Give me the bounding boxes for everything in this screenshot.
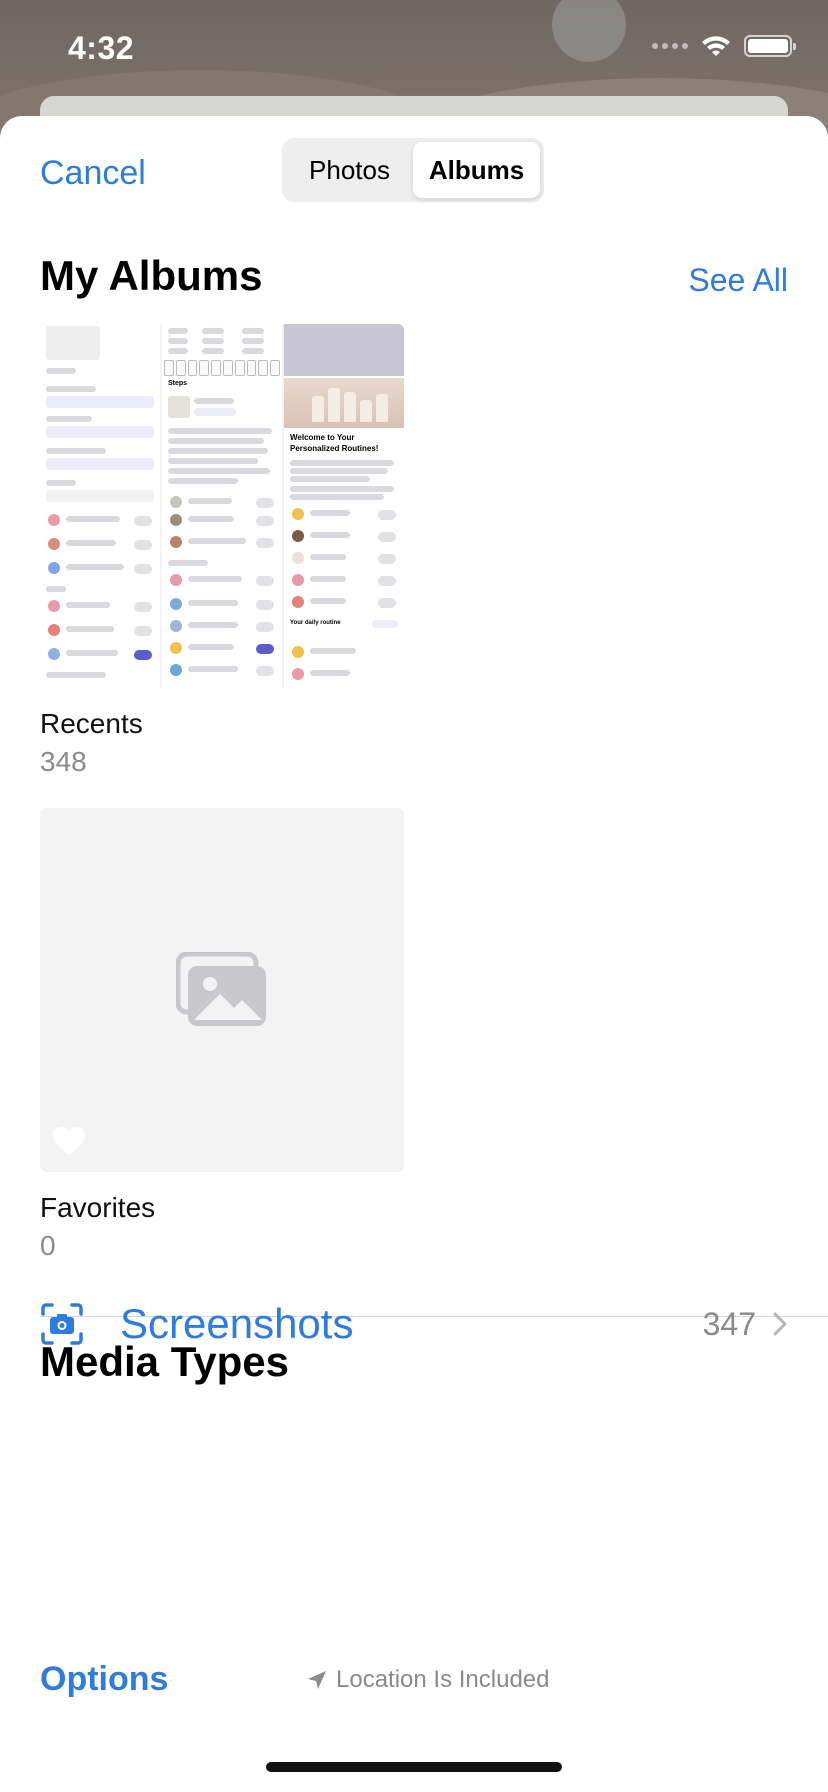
- recents-album-name: Recents: [40, 708, 143, 739]
- location-info: Location Is Included: [306, 1666, 549, 1694]
- home-indicator[interactable]: [266, 1762, 562, 1772]
- thumbnail-screenshot: Welcome to Your Personalized Routines! Y…: [284, 324, 404, 688]
- tab-albums[interactable]: Albums: [413, 142, 540, 198]
- my-albums-heading: My Albums: [40, 252, 263, 299]
- recents-album-count: 348: [40, 746, 87, 777]
- photos-albums-segmented-control: Photos Albums: [282, 138, 544, 202]
- options-button[interactable]: Options: [40, 1660, 168, 1699]
- favorites-album-name: Favorites: [40, 1192, 156, 1223]
- photos-placeholder-icon: [176, 952, 266, 1026]
- screenshots-count: 347: [702, 1305, 756, 1342]
- cellular-signal-icon: [652, 43, 688, 49]
- tab-photos[interactable]: Photos: [286, 142, 413, 198]
- thumbnail-daily-routine-label: Your daily routine: [290, 620, 341, 626]
- screenshot-icon: [41, 1303, 83, 1345]
- thumbnail-steps-label: Steps: [168, 380, 188, 387]
- album-picker-sheet: Cancel Photos Albums My Albums See All S…: [0, 116, 828, 1792]
- battery-icon: [744, 35, 796, 57]
- location-text: Location Is Included: [336, 1666, 550, 1693]
- keyboard-preview: [164, 360, 280, 376]
- location-arrow-icon: [308, 1671, 326, 1689]
- thumbnail-welcome-heading: Welcome to Your Personalized Routines!: [290, 433, 379, 453]
- thumbnail-screenshot: [40, 324, 160, 688]
- heart-icon: [53, 1127, 85, 1155]
- wallpaper-moon: [552, 0, 626, 62]
- thumbnail-screenshot: Steps: [162, 324, 282, 688]
- wifi-icon: [702, 36, 730, 56]
- chevron-right-icon: [773, 1312, 787, 1336]
- see-all-link[interactable]: See All: [688, 262, 788, 299]
- thumbnail-product-image: [284, 378, 404, 428]
- screenshots-label: Screenshots: [120, 1300, 354, 1347]
- screenshots-row[interactable]: Screenshots 347: [40, 1284, 788, 1364]
- favorites-album-count: 0: [40, 1230, 56, 1261]
- recents-album-thumbnail[interactable]: Steps Welcome to Your Personalized Routi…: [40, 324, 404, 688]
- favorites-album-thumbnail[interactable]: [40, 808, 404, 1172]
- status-indicators: [652, 34, 796, 58]
- status-time: 4:32: [68, 30, 135, 66]
- cancel-button[interactable]: Cancel: [40, 154, 146, 193]
